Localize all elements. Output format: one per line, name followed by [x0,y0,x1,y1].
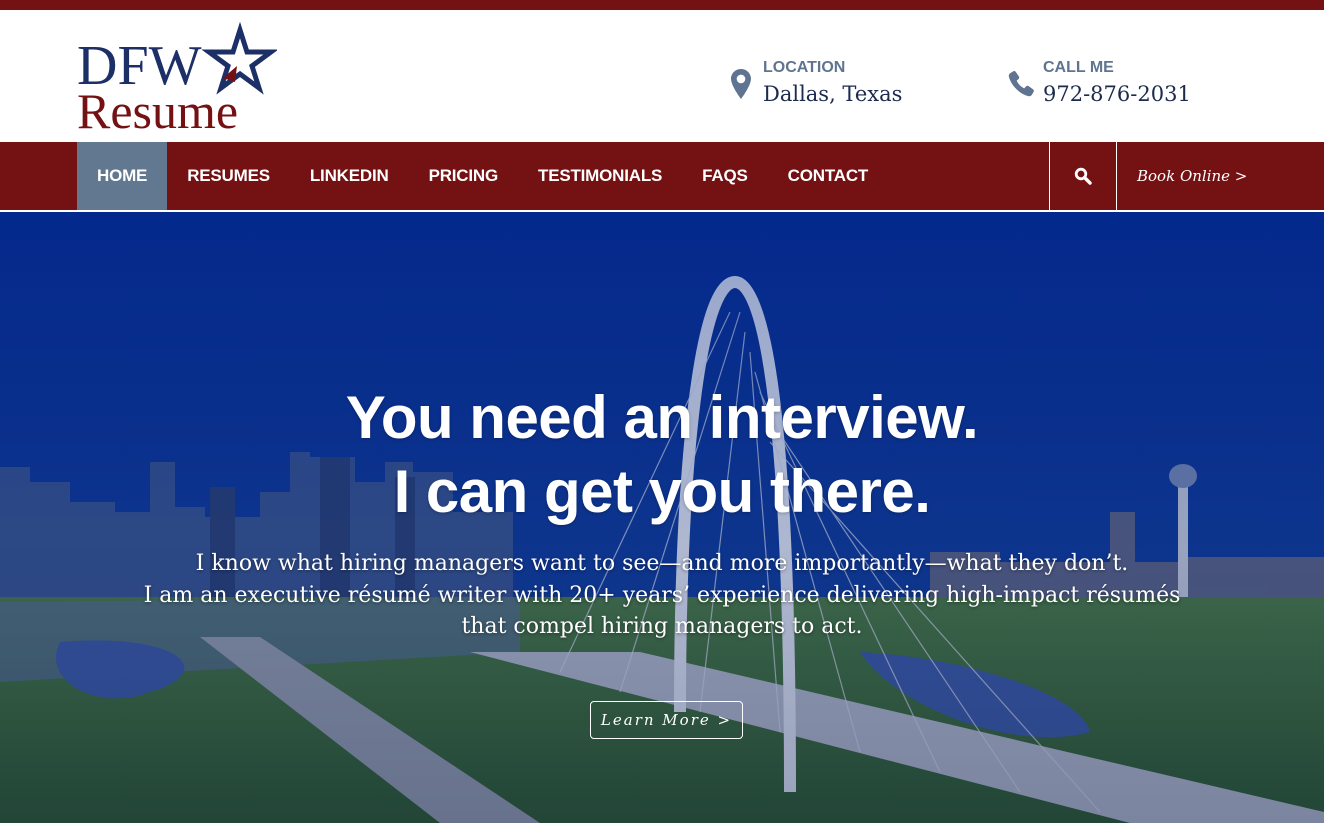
hero-title-line2: I can get you there. [393,458,931,525]
top-accent-strip [0,0,1324,10]
hero-subtitle: I know what hiring managers want to see—… [0,548,1324,643]
logo-text-resume: Resume [77,83,238,132]
phone-number[interactable]: 972-876-2031 [1043,80,1191,108]
dfw-resume-logo-icon: DFW Resume [77,21,277,132]
main-nav: HOME RESUMES LINKEDIN PRICING TESTIMONIA… [0,142,1324,210]
nav-menu: HOME RESUMES LINKEDIN PRICING TESTIMONIA… [77,142,888,210]
hero-subtitle-line: I know what hiring managers want to see—… [195,551,1129,576]
location-info: LOCATION Dallas, Texas [726,58,902,108]
nav-item-contact[interactable]: CONTACT [768,142,888,210]
nav-item-pricing[interactable]: PRICING [409,142,518,210]
map-pin-icon [726,68,756,104]
hero-subtitle-line: I am an executive résumé writer with 20+… [143,582,1181,608]
search-icon [1074,167,1092,185]
hero-subtitle-line: that compel hiring managers to act. [461,614,863,639]
phone-label: CALL ME [1043,59,1114,76]
location-label: LOCATION [763,59,846,76]
phone-icon [1006,68,1036,104]
nav-item-testimonials[interactable]: TESTIMONIALS [518,142,682,210]
book-online-link[interactable]: Book Online > [1137,142,1247,210]
learn-more-button[interactable]: Learn More > [590,701,743,739]
location-value: Dallas, Texas [763,82,903,106]
site-logo[interactable]: DFW Resume [77,20,277,132]
hero-title-line1: You need an interview. [345,384,979,451]
nav-item-faqs[interactable]: FAQS [682,142,768,210]
nav-item-home[interactable]: HOME [77,142,168,210]
site-header: DFW Resume LOCATION Dallas, Texas CALL M… [0,10,1324,142]
nav-item-linkedin[interactable]: LINKEDIN [290,142,409,210]
star-icon [201,21,277,95]
phone-info[interactable]: CALL ME 972-876-2031 [1006,58,1191,108]
hero-section: You need an interview. I can get you the… [0,212,1324,823]
nav-item-resumes[interactable]: RESUMES [167,142,290,210]
search-button[interactable] [1049,142,1117,210]
